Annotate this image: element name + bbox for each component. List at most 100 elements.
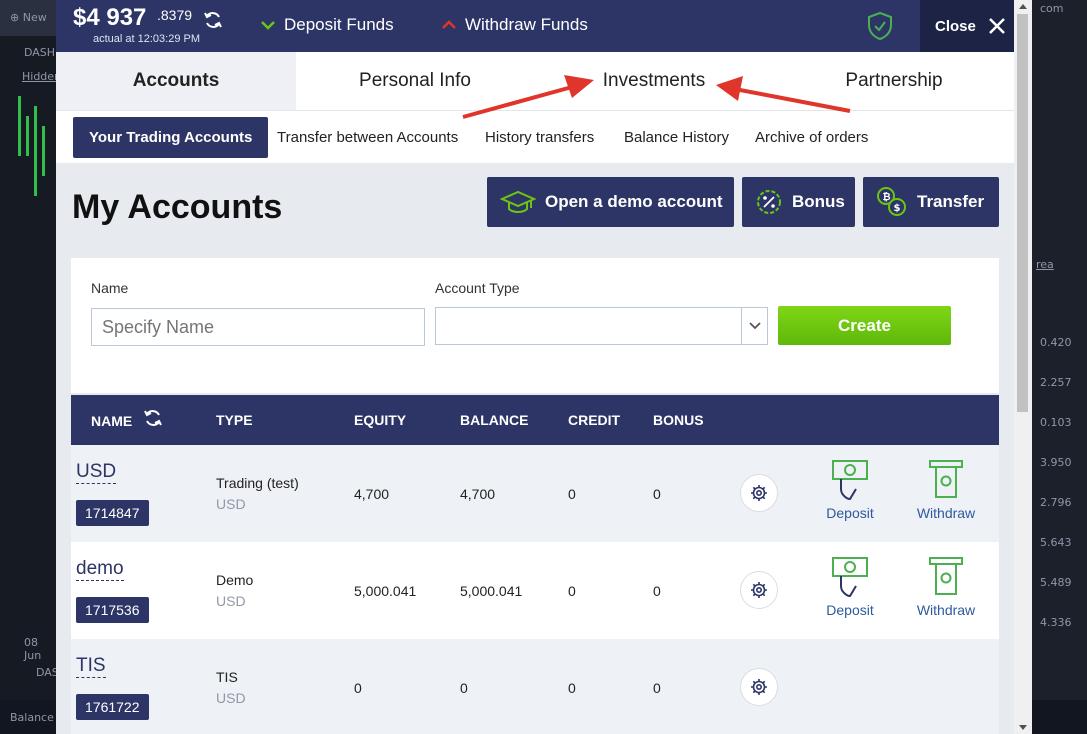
gear-icon [751,679,767,695]
chevron-down-icon [748,322,761,330]
dash-label: DASH [24,46,56,59]
subtab-your-trading-accounts[interactable]: Your Trading Accounts [73,117,269,158]
terminal-chart-area: DASH Hidden 08 Jun DASH [0,36,67,734]
scroll-down-arrow-icon[interactable] [1019,725,1027,730]
subtab-transfer-between-accounts[interactable]: Transfer between Accounts [277,117,458,158]
deposit-funds-button[interactable]: Deposit Funds [260,15,394,35]
withdraw-cash-icon [929,557,963,595]
account-balance: 0 [460,680,468,696]
balance-timestamp: actual at 12:03:29 PM [93,33,201,45]
subtab-archive-of-orders[interactable]: Archive of orders [755,117,868,158]
column-header-balance: BALANCE [460,412,529,428]
withdraw-funds-button[interactable]: Withdraw Funds [441,15,588,35]
deposit-label: Deposit [826,505,874,521]
account-bonus: 0 [653,583,661,599]
gear-icon [751,582,767,598]
scroll-thumb[interactable] [1017,14,1028,412]
open-demo-account-label: Open a demo account [545,192,723,211]
percent-badge-icon [757,190,781,214]
name-field-label: Name [91,280,129,296]
bonus-button[interactable]: Bonus [742,177,855,227]
close-button[interactable]: Close [920,0,1014,52]
deposit-label: Deposit [826,602,874,618]
withdraw-funds-label: Withdraw Funds [465,15,588,34]
deposit-cash-icon [832,557,868,598]
balance-status-label: Balance [10,711,54,724]
withdraw-label: Withdraw [916,602,976,618]
price-tick: 0.103 [1040,416,1072,429]
deposit-cash-icon [832,460,868,501]
modal-scrollbar[interactable] [1014,0,1032,734]
account-equity: 4,700 [354,486,390,502]
balance-amount: $4 937 [73,4,147,31]
account-currency: USD [216,593,246,609]
svg-text:$: $ [894,203,901,214]
account-name-link[interactable]: demo [76,558,124,581]
account-type-label: Account Type [435,280,520,296]
scroll-up-arrow-icon[interactable] [1019,4,1027,9]
withdraw-label: Withdraw [916,505,976,521]
account-bonus: 0 [653,486,661,502]
chevron-down-icon [261,21,275,30]
account-credit: 0 [568,583,576,599]
tab-accounts[interactable]: Accounts [56,52,296,110]
price-tick: 5.643 [1040,536,1072,549]
name-input[interactable] [91,308,425,346]
column-header-name[interactable]: NAME [91,413,132,429]
account-balance: 5,000.041 [460,583,523,599]
account-modal: $4 937 .8379 actual at 12:03:29 PM Depos… [56,0,1014,734]
create-button[interactable]: Create [778,306,951,345]
accounts-table-header: NAME TYPE EQUITY BALANCE CREDIT BONUS [71,395,999,445]
price-tick: 2.257 [1040,376,1072,389]
tab-investments[interactable]: Investments [534,52,774,110]
column-header-type: TYPE [216,412,253,428]
withdraw-button[interactable]: Withdraw [911,459,981,521]
account-currency: USD [216,496,246,512]
table-row: demo 1717536 Demo USD 5,000.041 5,000.04… [71,542,999,639]
gear-icon [751,485,767,501]
main-tabs: Accounts Personal Info Investments Partn… [56,52,1014,111]
new-order-button[interactable]: ⊕ New [10,11,47,24]
account-settings-button[interactable] [740,571,778,609]
price-tick: 5.489 [1040,576,1072,589]
account-credit: 0 [568,486,576,502]
open-demo-account-button[interactable]: Open a demo account [487,177,734,227]
account-type: Trading (test) [216,475,299,491]
deposit-button[interactable]: Deposit [815,556,885,618]
refresh-icon[interactable] [203,10,223,30]
column-header-credit: CREDIT [568,412,621,428]
account-name-link[interactable]: USD [76,461,117,484]
account-name-link[interactable]: TIS [76,655,106,678]
withdraw-button[interactable]: Withdraw [911,556,981,618]
account-id-badge: 1714847 [76,500,149,526]
transfer-button[interactable]: ₿ $ Transfer [863,177,999,227]
select-toggle[interactable] [741,308,767,344]
terminal-price-scale: com rea 0.420 2.257 0.103 3.950 2.796 5.… [1032,0,1087,734]
right-text: com [1040,2,1064,15]
chart-candle [34,106,37,196]
column-header-bonus: BONUS [653,412,704,428]
tab-personal-info[interactable]: Personal Info [296,52,534,110]
account-settings-button[interactable] [740,668,778,706]
chart-candle [26,116,29,156]
subtab-history-transfers[interactable]: History transfers [485,117,594,158]
page-title: My Accounts [72,188,283,226]
currency-exchange-icon: ₿ $ [877,187,906,216]
shield-check-icon [868,12,892,40]
close-icon [988,18,1005,34]
tab-partnership[interactable]: Partnership [774,52,1014,110]
account-credit: 0 [568,680,576,696]
close-label: Close [935,17,976,35]
create-account-form: Name Account Type Create [71,258,999,393]
account-type-select[interactable] [435,307,768,345]
account-bonus: 0 [653,680,661,696]
sub-tabs: Your Trading Accounts Transfer between A… [56,111,1014,163]
price-tick: 4.336 [1040,616,1072,629]
column-header-equity: EQUITY [354,412,407,428]
subtab-balance-history[interactable]: Balance History [624,117,729,158]
account-currency: USD [216,690,246,706]
deposit-button[interactable]: Deposit [815,459,885,521]
withdraw-cash-icon [929,460,963,498]
refresh-icon[interactable] [143,408,163,428]
account-settings-button[interactable] [740,474,778,512]
